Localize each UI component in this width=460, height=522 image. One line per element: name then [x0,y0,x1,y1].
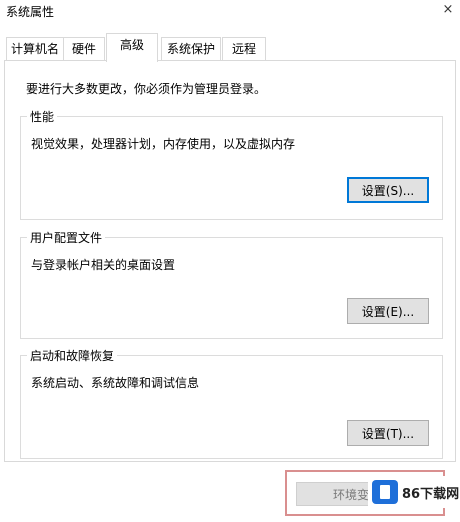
window-title: 系统属性 [6,5,55,19]
tab-system-protection[interactable]: 系统保护 [161,37,221,61]
tab-hardware[interactable]: 硬件 [63,37,105,61]
performance-description: 视觉效果，处理器计划，内存使用，以及虚拟内存 [31,137,296,151]
user-profiles-group: 用户配置文件 与登录帐户相关的桌面设置 设置(E)... [20,229,443,339]
startup-recovery-settings-button[interactable]: 设置(T)... [347,420,429,446]
performance-group: 性能 视觉效果，处理器计划，内存使用，以及虚拟内存 设置(S)... [20,108,443,220]
tab-advanced[interactable]: 高级 [106,33,158,62]
startup-recovery-group: 启动和故障恢复 系统启动、系统故障和调试信息 设置(T)... [20,347,443,459]
title-bar: 系统属性 × [0,0,460,30]
admin-note: 要进行大多数更改，你必须作为管理员登录。 [26,82,267,96]
tab-strip: 计算机名 硬件 高级 系统保护 远程 [0,33,460,62]
performance-group-title: 性能 [27,108,58,125]
tab-computer-name[interactable]: 计算机名 [6,37,64,61]
watermark-logo-icon [372,480,398,504]
user-profiles-description: 与登录帐户相关的桌面设置 [31,258,176,272]
performance-settings-button[interactable]: 设置(S)... [347,177,429,203]
user-profiles-settings-button[interactable]: 设置(E)... [347,298,429,324]
startup-recovery-description: 系统启动、系统故障和调试信息 [31,376,200,390]
user-profiles-group-title: 用户配置文件 [27,229,106,246]
tab-remote[interactable]: 远程 [222,37,266,61]
watermark-text: 86下载网 [402,487,460,502]
close-icon[interactable]: × [436,0,460,26]
startup-recovery-group-title: 启动和故障恢复 [27,347,118,364]
watermark: 86下载网 [368,476,460,508]
